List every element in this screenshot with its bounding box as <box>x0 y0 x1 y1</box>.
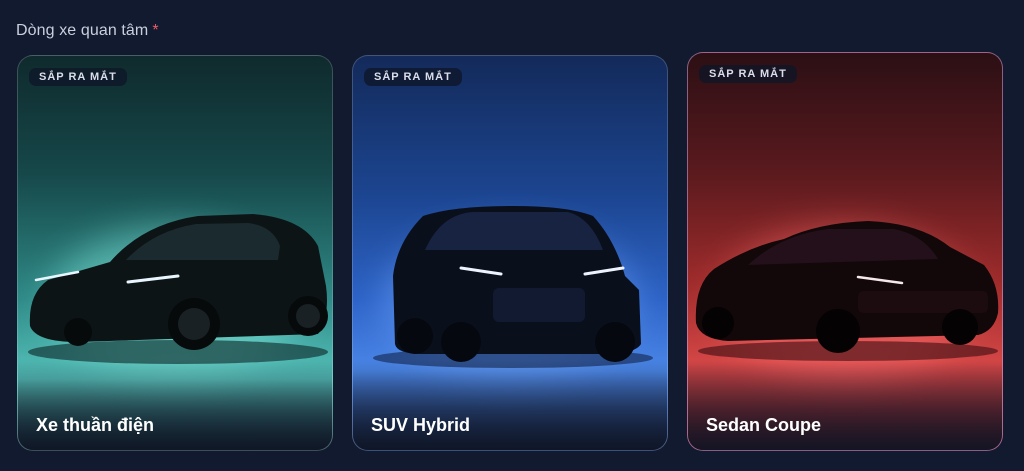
model-card-suv-hybrid[interactable]: SẮP RA MẮT SUV Hybrid <box>352 55 668 451</box>
card-title: SUV Hybrid <box>371 415 471 435</box>
card-title: Xe thuần điện <box>36 415 155 435</box>
coming-soon-badge: SẮP RA MẮT <box>699 65 797 83</box>
card-title: Sedan Coupe <box>706 415 822 435</box>
field-label-text: Dòng xe quan tâm <box>16 22 149 39</box>
model-card-sedan-coupe[interactable]: SẮP RA MẮT Sedan Coupe <box>687 52 1003 451</box>
car-model-selector: Dòng xe quan tâm * SẮP RA MẮT Xe thuần đi… <box>0 0 1024 471</box>
car-hatchback-image <box>28 214 328 364</box>
coming-soon-badge: SẮP RA MẮT <box>364 68 462 86</box>
card-bottom-shade <box>353 360 667 450</box>
field-label: Dòng xe quan tâm * <box>16 22 159 40</box>
card-bottom-shade <box>688 360 1002 450</box>
car-suv-image <box>373 206 653 368</box>
coming-soon-badge: SẮP RA MẮT <box>29 68 127 86</box>
card-bottom-shade <box>18 360 332 450</box>
model-card-electric[interactable]: SẮP RA MẮT Xe thuần điện <box>17 55 333 451</box>
car-sedan-image <box>695 221 999 361</box>
required-asterisk: * <box>152 22 159 39</box>
